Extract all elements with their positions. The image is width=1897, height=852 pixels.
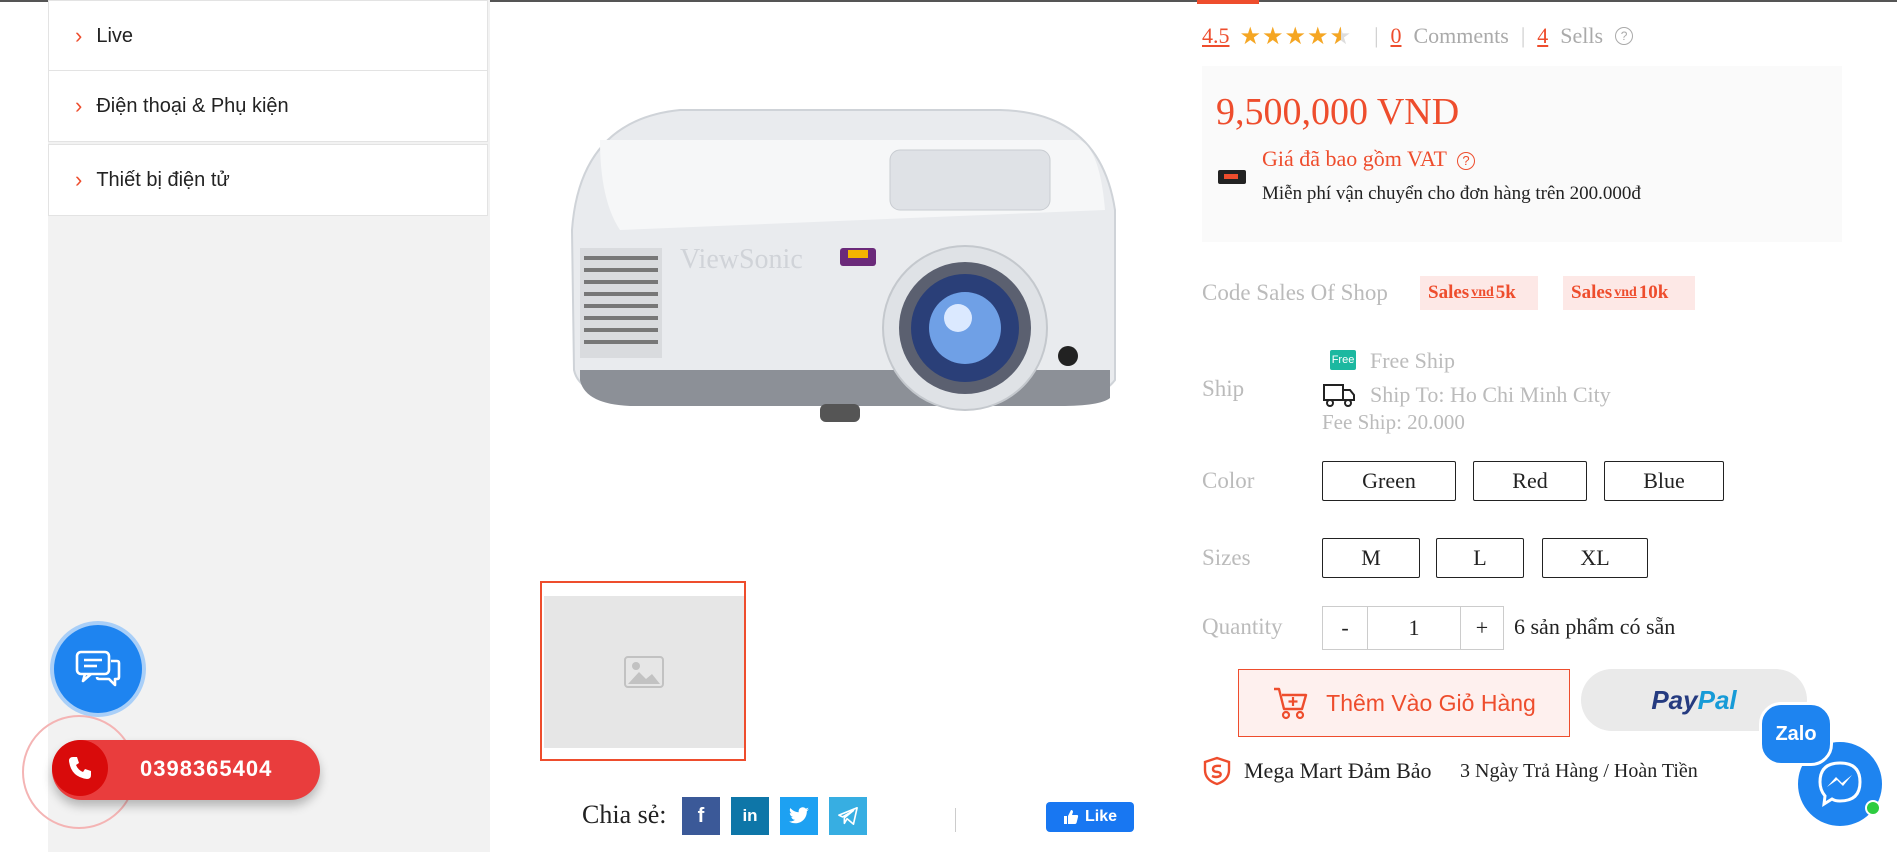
top-accent-bar xyxy=(1197,0,1259,4)
telegram-icon xyxy=(838,807,858,825)
sidebar-item-label: Thiết bị điện tử xyxy=(96,168,230,191)
chevron-right-icon: › xyxy=(75,167,83,192)
sells-label: Sells xyxy=(1560,23,1604,48)
comments-label: Comments xyxy=(1413,23,1509,48)
messenger-icon xyxy=(1818,761,1862,807)
facebook-share-button[interactable]: f xyxy=(682,797,720,835)
chevron-right-icon: › xyxy=(75,93,83,118)
coupon-unit: vnd xyxy=(1614,285,1637,300)
add-to-cart-button[interactable]: Thêm Vào Giỏ Hàng xyxy=(1238,669,1570,737)
free-ship-tag-icon: Free xyxy=(1330,350,1356,370)
sidebar-item-label: Live xyxy=(96,24,134,47)
sidebar-item-phones-accessories[interactable]: › Điện thoại & Phụ kiện xyxy=(48,70,488,142)
facebook-icon: f xyxy=(697,804,705,827)
coupon-5k[interactable]: Sales vnd 5k xyxy=(1420,276,1538,310)
ship-fee-text: Fee Ship: 20.000 xyxy=(1322,410,1465,434)
linkedin-share-button[interactable]: in xyxy=(731,797,769,835)
vent-grille-icon xyxy=(580,248,662,358)
image-placeholder xyxy=(544,596,744,748)
color-label: Color xyxy=(1202,468,1255,493)
sizes-label: Sizes xyxy=(1202,545,1251,570)
share-label: Chia sẻ: xyxy=(582,800,667,829)
size-option-m[interactable]: M xyxy=(1322,538,1420,578)
online-status-dot xyxy=(1865,800,1881,816)
size-option-xl[interactable]: XL xyxy=(1542,538,1648,578)
color-option-green[interactable]: Green xyxy=(1322,461,1456,501)
hotline-number[interactable]: 0398365404 xyxy=(140,756,272,782)
color-option-blue[interactable]: Blue xyxy=(1604,461,1724,501)
twitter-icon xyxy=(789,807,809,824)
stock-available-text: 6 sản phẩm có sẵn xyxy=(1514,614,1676,639)
coupon-prefix: Sales xyxy=(1571,282,1613,303)
cart-plus-icon xyxy=(1274,687,1308,720)
telegram-share-button[interactable] xyxy=(829,797,867,835)
coupon-label: Code Sales Of Shop xyxy=(1202,280,1388,305)
twitter-share-button[interactable] xyxy=(780,797,818,835)
comments-count[interactable]: 0 xyxy=(1390,23,1401,49)
help-icon[interactable]: ? xyxy=(1615,27,1634,45)
size-option-l[interactable]: L xyxy=(1436,538,1524,578)
quantity-input[interactable]: 1 xyxy=(1367,606,1461,650)
chevron-right-icon: › xyxy=(75,23,83,48)
divider: | xyxy=(1374,23,1379,48)
divider xyxy=(955,808,956,832)
product-main-image[interactable]: ViewSonic xyxy=(540,80,1160,450)
phone-icon[interactable] xyxy=(52,740,108,796)
vat-note-text: Giá đã bao gồm VAT xyxy=(1262,146,1447,171)
sidebar-item-electronics[interactable]: › Thiết bị điện tử xyxy=(48,144,488,216)
rating-value[interactable]: 4.5 xyxy=(1202,23,1230,49)
like-label: Like xyxy=(1084,808,1117,825)
phone-handset-icon xyxy=(69,757,91,779)
sidebar-item-label: Điện thoại & Phụ kiện xyxy=(96,94,289,117)
sidebar-item-live[interactable]: › Live xyxy=(48,0,488,72)
add-to-cart-label: Thêm Vào Giỏ Hàng xyxy=(1326,689,1536,716)
zalo-logo-icon: Zalo xyxy=(1775,722,1817,745)
brand-text: ViewSonic xyxy=(680,244,803,275)
paypal-logo-pal: Pal xyxy=(1697,684,1737,715)
linkedin-icon: in xyxy=(742,806,758,825)
help-icon[interactable]: ? xyxy=(1456,151,1475,170)
coupon-10k[interactable]: Sales vnd 10k xyxy=(1563,276,1695,310)
chat-button[interactable] xyxy=(50,621,146,717)
divider: | xyxy=(1520,23,1526,48)
free-shipping-note: Miễn phí vận chuyển cho đơn hàng trên 20… xyxy=(1262,183,1641,204)
shield-icon xyxy=(1203,756,1231,786)
coupon-prefix: Sales xyxy=(1428,282,1470,303)
product-thumbnail-selected[interactable] xyxy=(540,581,746,761)
quantity-label: Quantity xyxy=(1202,614,1283,639)
vat-note: Giá đã bao gồm VAT? xyxy=(1262,146,1475,172)
facebook-like-button[interactable]: Like xyxy=(1046,802,1134,832)
image-placeholder-icon xyxy=(624,656,664,688)
chat-bubbles-icon xyxy=(75,650,121,687)
quantity-increment-button[interactable]: + xyxy=(1460,606,1504,650)
ship-label: Ship xyxy=(1202,376,1245,401)
coupon-amount: 10k xyxy=(1638,282,1669,303)
freeship-logo-icon xyxy=(1218,170,1246,184)
coupon-amount: 5k xyxy=(1495,282,1516,303)
thumbs-up-icon xyxy=(1063,810,1079,824)
sells-count[interactable]: 4 xyxy=(1537,23,1548,49)
product-price: 9,500,000 VND xyxy=(1216,91,1460,133)
color-option-red[interactable]: Red xyxy=(1473,461,1587,501)
coupon-unit: vnd xyxy=(1471,285,1494,300)
quantity-decrement-button[interactable]: - xyxy=(1322,606,1368,650)
truck-icon xyxy=(1323,384,1355,407)
rating-stars-icon: ★★★★★★ xyxy=(1239,23,1353,50)
zalo-button[interactable]: Zalo xyxy=(1759,702,1833,766)
paypal-logo-pay: Pay xyxy=(1651,684,1698,715)
guarantee-title: Mega Mart Đảm Bảo xyxy=(1244,758,1432,783)
guarantee-detail: 3 Ngày Trả Hàng / Hoàn Tiền xyxy=(1460,760,1698,782)
free-ship-text: Free Ship xyxy=(1370,348,1455,373)
ship-to-text: Ship To: Ho Chi Minh City xyxy=(1370,382,1611,407)
rating-row: 4.5 ★★★★★★ | 0 Comments | 4 Sells ? xyxy=(1202,20,1634,52)
